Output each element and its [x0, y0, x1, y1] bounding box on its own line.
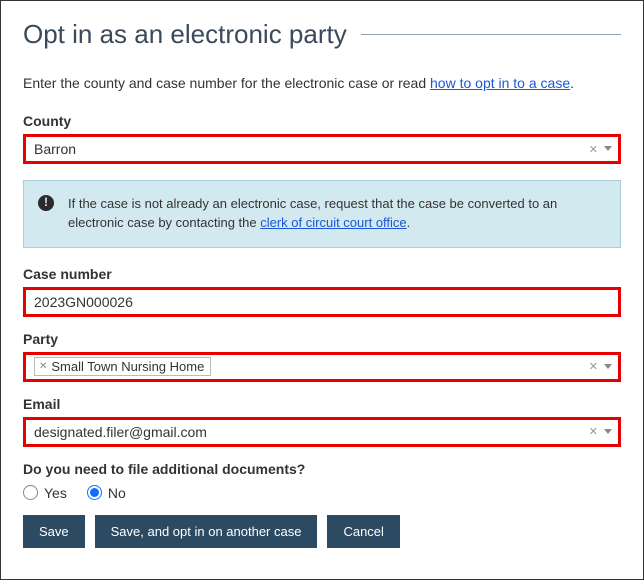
party-select[interactable]: ✕ Small Town Nursing Home ✕: [23, 352, 621, 382]
save-button[interactable]: Save: [23, 515, 85, 548]
chevron-down-icon[interactable]: [604, 146, 612, 152]
radio-yes-label: Yes: [44, 485, 67, 501]
clear-icon[interactable]: ✕: [589, 143, 598, 156]
case-number-input[interactable]: 2023GN000026: [23, 287, 621, 317]
intro-suffix: .: [570, 75, 574, 91]
email-select[interactable]: designated.filer@gmail.com ✕: [23, 417, 621, 447]
party-chip[interactable]: ✕ Small Town Nursing Home: [34, 357, 211, 376]
info-text-2: .: [407, 215, 411, 230]
chevron-down-icon[interactable]: [604, 429, 612, 435]
howto-link[interactable]: how to opt in to a case: [430, 75, 570, 91]
radio-yes[interactable]: Yes: [23, 485, 67, 501]
radio-yes-input[interactable]: [23, 485, 38, 500]
chip-remove-icon[interactable]: ✕: [39, 361, 47, 372]
intro-text: Enter the county and case number for the…: [23, 75, 621, 91]
county-value: Barron: [34, 141, 589, 157]
clear-icon[interactable]: ✕: [589, 360, 598, 373]
radio-no-label: No: [108, 485, 126, 501]
case-number-value: 2023GN000026: [34, 294, 612, 310]
case-number-label: Case number: [23, 266, 621, 282]
cancel-button[interactable]: Cancel: [327, 515, 399, 548]
county-select[interactable]: Barron ✕: [23, 134, 621, 164]
email-value: designated.filer@gmail.com: [34, 424, 589, 440]
info-icon: !: [38, 195, 54, 211]
party-label: Party: [23, 331, 621, 347]
radio-no-input[interactable]: [87, 485, 102, 500]
header-divider: [361, 34, 621, 35]
additional-docs-question: Do you need to file additional documents…: [23, 461, 621, 477]
email-label: Email: [23, 396, 621, 412]
radio-group: Yes No: [23, 485, 621, 501]
chevron-down-icon[interactable]: [604, 364, 612, 370]
save-opt-in-button[interactable]: Save, and opt in on another case: [95, 515, 318, 548]
info-alert: ! If the case is not already an electron…: [23, 180, 621, 248]
clerk-link[interactable]: clerk of circuit court office: [260, 215, 406, 230]
page-title: Opt in as an electronic party: [23, 19, 347, 50]
radio-no[interactable]: No: [87, 485, 126, 501]
county-label: County: [23, 113, 621, 129]
clear-icon[interactable]: ✕: [589, 425, 598, 438]
party-chip-label: Small Town Nursing Home: [51, 359, 204, 374]
intro-prefix: Enter the county and case number for the…: [23, 75, 430, 91]
